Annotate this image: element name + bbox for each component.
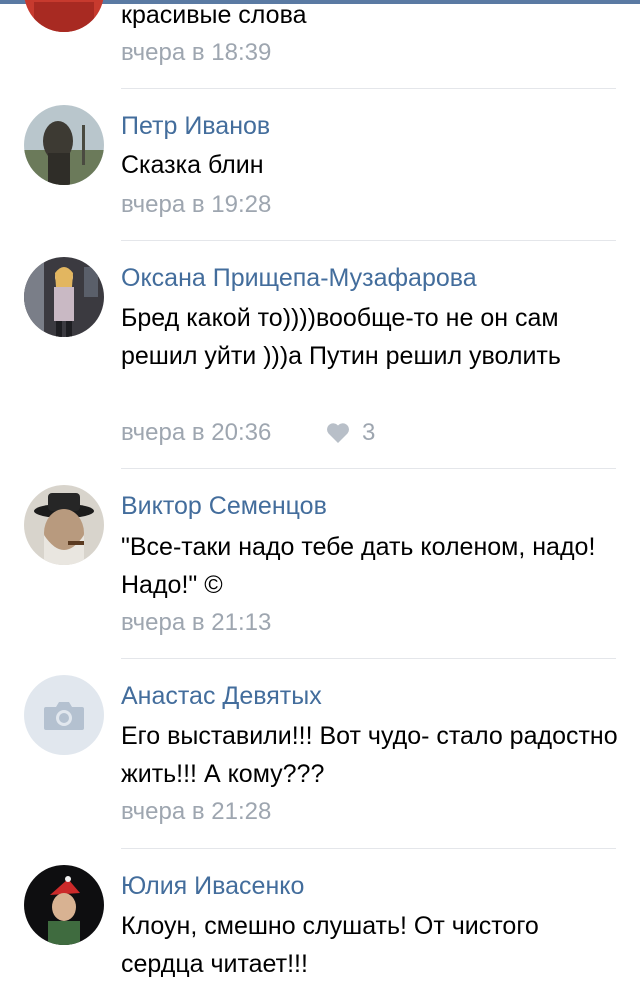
comment-author[interactable]: Оксана Прищепа-Музафарова [121,263,477,293]
comment-time: вчера в 21:28 [121,798,272,825]
avatar[interactable] [24,105,104,185]
avatar[interactable] [24,865,104,945]
comment-text: "Все-таки надо тебе дать коленом, надо! … [121,533,596,599]
divider [121,658,616,659]
divider [121,468,616,469]
comment-author[interactable]: Виктор Семенцов [121,491,327,521]
comment-text: Бред какой то))))вообще-то не он сам реш… [121,304,561,370]
comment-text: Сказка блин [121,151,264,179]
user-photo-santa-hat-icon [24,865,104,945]
divider [121,848,616,849]
comment-author[interactable]: Анастас Девятых [121,681,322,711]
comment-author[interactable]: Юлия Ивасенко [121,871,304,901]
user-photo-man-hat-icon [24,485,104,565]
avatar[interactable] [24,485,104,565]
comment-time: вчера в 18:39 [121,39,272,66]
camera-placeholder-icon [24,675,104,755]
like-count: 3 [362,419,376,446]
user-photo-red-icon [24,0,104,32]
comment-time: вчера в 20:36 [121,419,272,446]
comment-author[interactable]: Петр Иванов [121,111,270,141]
comment-time: вчера в 21:13 [121,609,272,636]
comment-time: вчера в 19:28 [121,191,272,218]
user-photo-woman-icon [24,257,104,337]
heart-icon [327,423,349,443]
divider [121,240,616,241]
comment-text: Клоун, смешно слушать! От чистого сердца… [121,912,539,978]
user-photo-statue-icon [24,105,104,185]
avatar[interactable] [24,675,104,755]
avatar[interactable] [24,257,104,337]
comments-feed: красивые слова вчера в 18:39 Петр Иванов… [0,0,640,978]
like-button[interactable]: 3 [326,418,375,448]
comment-text: красивые слова [121,1,307,29]
divider [121,88,616,89]
avatar[interactable] [24,0,104,32]
comment-text: Его выставили!!! Вот чудо- стало радостн… [121,722,618,788]
